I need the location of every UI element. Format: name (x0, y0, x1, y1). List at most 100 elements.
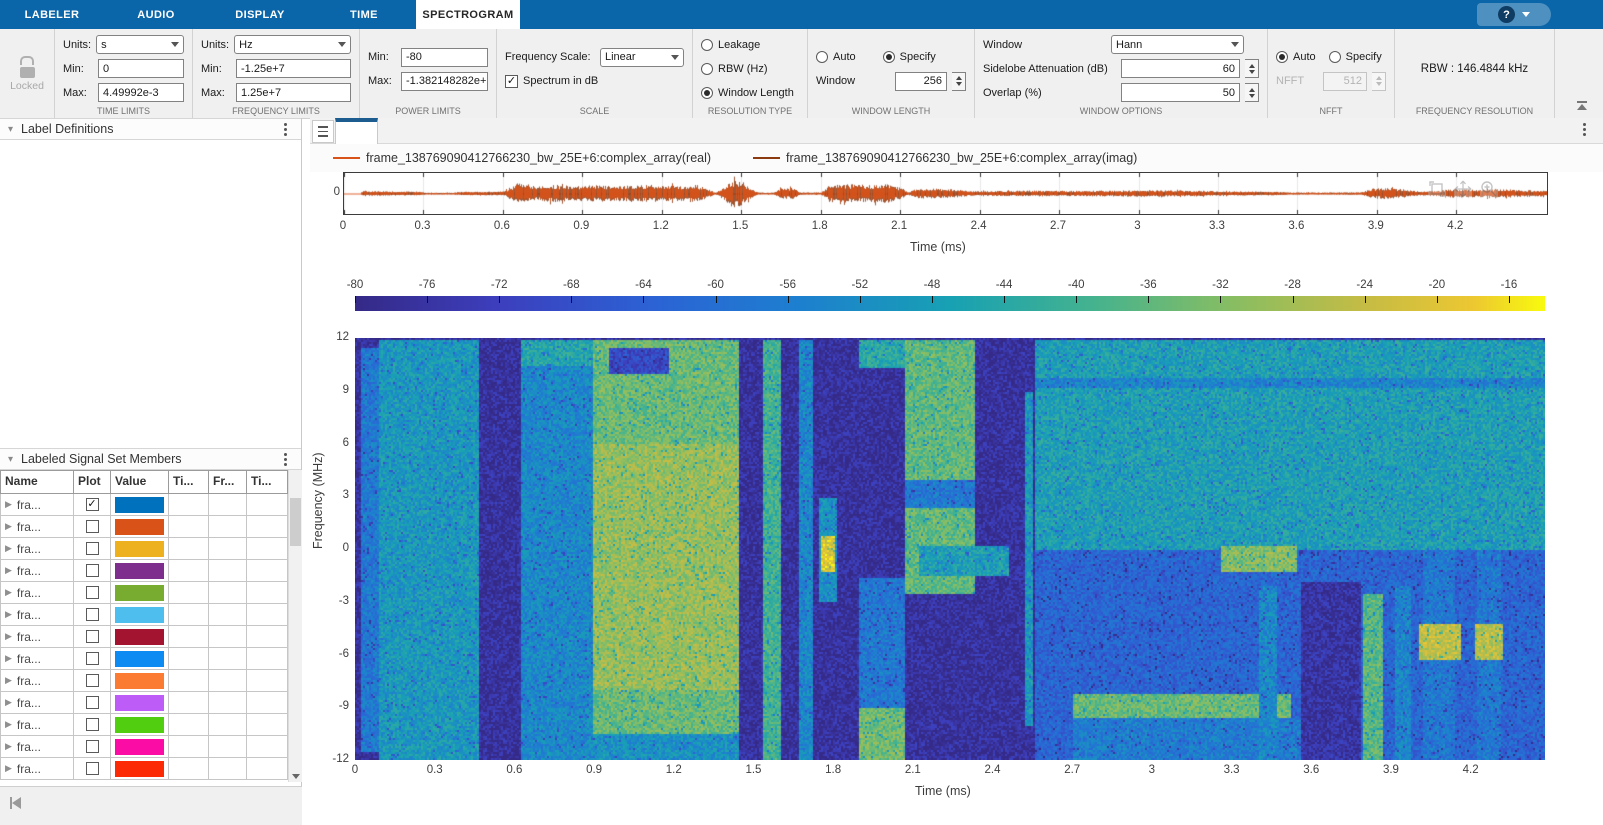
color-swatch[interactable] (115, 540, 164, 557)
expand-row-icon[interactable]: ▶ (5, 741, 12, 752)
waveform-axes[interactable] (343, 172, 1548, 215)
rbw-radio[interactable] (701, 62, 713, 75)
expand-row-icon[interactable]: ▶ (5, 697, 12, 708)
plot-checkbox[interactable] (85, 652, 99, 665)
sidelobe-input[interactable]: 60 (1121, 59, 1240, 78)
plot-checkbox[interactable] (85, 520, 99, 533)
expand-row-icon[interactable]: ▶ (5, 653, 12, 664)
pan-icon[interactable] (1454, 180, 1472, 198)
time-max-input[interactable]: 4.49992e-3 (98, 83, 184, 102)
tab-time[interactable]: TIME (312, 0, 416, 29)
member-name-cell[interactable]: ▶ fra... (0, 670, 74, 692)
display-tab[interactable] (335, 118, 378, 144)
column-header-3[interactable]: Ti... (169, 470, 209, 494)
collapse-toolstrip-button[interactable] (1575, 101, 1589, 110)
column-header-2[interactable]: Value (111, 470, 169, 494)
expand-row-icon[interactable]: ▶ (5, 521, 12, 532)
window-value-input[interactable]: 256 (895, 71, 947, 91)
overlap-spinner[interactable] (1245, 83, 1259, 102)
member-name-cell[interactable]: ▶ fra... (0, 494, 74, 516)
overlap-input[interactable]: 50 (1121, 83, 1240, 102)
plot-checkbox[interactable] (85, 542, 99, 555)
spectrogram-plot[interactable] (355, 338, 1545, 760)
column-header-4[interactable]: Fr... (209, 470, 247, 494)
freq-units-dropdown[interactable]: Hz (234, 35, 351, 54)
plot-checkbox[interactable] (85, 608, 99, 621)
legend-entry-real[interactable]: frame_138769090412766230_bw_25E+6:comple… (333, 151, 711, 165)
plot-checkbox[interactable] (85, 718, 99, 731)
color-swatch[interactable] (115, 496, 164, 513)
collapse-caret-icon[interactable]: ▾ (8, 124, 13, 135)
color-swatch[interactable] (115, 650, 164, 667)
power-max-input[interactable]: -1.382148282e+1 (401, 71, 488, 91)
expand-row-icon[interactable]: ▶ (5, 609, 12, 620)
member-name-cell[interactable]: ▶ fra... (0, 692, 74, 714)
plot-checkbox[interactable] (85, 674, 99, 687)
plot-checkbox[interactable] (85, 586, 99, 599)
expand-row-icon[interactable]: ▶ (5, 719, 12, 730)
column-header-5[interactable]: Ti... (247, 470, 288, 494)
scrollbar-thumb[interactable] (290, 498, 301, 546)
member-name-cell[interactable]: ▶ fra... (0, 758, 74, 780)
color-swatch[interactable] (115, 694, 164, 711)
tab-spectrogram[interactable]: SPECTROGRAM (416, 0, 520, 29)
tab-labeler[interactable]: LABELER (0, 0, 104, 29)
member-name-cell[interactable]: ▶ fra... (0, 582, 74, 604)
sidelobe-spinner[interactable] (1245, 59, 1259, 78)
plot-checkbox[interactable] (85, 564, 99, 577)
frequency-scale-dropdown[interactable]: Linear (600, 47, 684, 67)
column-header-0[interactable]: Name (0, 470, 74, 494)
color-swatch[interactable] (115, 760, 164, 777)
spectrogram-colorbar[interactable] (355, 296, 1545, 311)
collapse-panel-button[interactable] (10, 797, 21, 809)
color-swatch[interactable] (115, 584, 164, 601)
expand-row-icon[interactable]: ▶ (5, 631, 12, 642)
member-name-cell[interactable]: ▶ fra... (0, 714, 74, 736)
member-name-cell[interactable]: ▶ fra... (0, 604, 74, 626)
plot-checkbox[interactable] (85, 740, 99, 753)
plot-checkbox[interactable] (85, 762, 99, 775)
signal-set-menu-icon[interactable] (284, 457, 287, 461)
expand-row-icon[interactable]: ▶ (5, 587, 12, 598)
window-length-radio[interactable] (701, 86, 713, 99)
power-min-input[interactable]: -80 (401, 47, 488, 67)
plot-checkbox[interactable] (85, 498, 99, 511)
color-swatch[interactable] (115, 628, 164, 645)
time-min-input[interactable]: 0 (98, 59, 184, 78)
expand-row-icon[interactable]: ▶ (5, 565, 12, 576)
collapse-caret-icon[interactable]: ▾ (8, 454, 13, 465)
color-swatch[interactable] (115, 738, 164, 755)
member-name-cell[interactable]: ▶ fra... (0, 538, 74, 560)
table-scrollbar[interactable] (288, 470, 302, 782)
waveform-plot[interactable] (344, 173, 1547, 214)
scroll-down-icon[interactable] (292, 774, 300, 779)
plot-checkbox[interactable] (85, 630, 99, 643)
member-name-cell[interactable]: ▶ fra... (0, 648, 74, 670)
color-swatch[interactable] (115, 672, 164, 689)
freq-min-input[interactable]: -1.25e+7 (236, 59, 351, 78)
nfft-specify-radio[interactable] (1328, 51, 1341, 63)
time-units-dropdown[interactable]: s (96, 35, 184, 54)
leakage-radio[interactable] (701, 38, 713, 51)
color-swatch[interactable] (115, 716, 164, 733)
window-type-dropdown[interactable]: Hann (1111, 35, 1244, 54)
help-icon[interactable]: ? (1498, 6, 1515, 23)
color-swatch[interactable] (115, 562, 164, 579)
tab-display[interactable]: DISPLAY (208, 0, 312, 29)
zoom-in-icon[interactable] (1480, 180, 1498, 198)
restore-view-icon[interactable] (1428, 180, 1446, 198)
nfft-auto-radio[interactable] (1276, 51, 1288, 63)
legend-entry-imag[interactable]: frame_138769090412766230_bw_25E+6:comple… (753, 151, 1137, 165)
member-name-cell[interactable]: ▶ fra... (0, 626, 74, 648)
color-swatch[interactable] (115, 606, 164, 623)
plot-checkbox[interactable] (85, 696, 99, 709)
freq-max-input[interactable]: 1.25e+7 (236, 83, 351, 102)
display-options-menu-icon[interactable] (1583, 128, 1586, 131)
expand-row-icon[interactable]: ▶ (5, 499, 12, 510)
member-name-cell[interactable]: ▶ fra... (0, 560, 74, 582)
display-list-button[interactable] (312, 120, 334, 143)
color-swatch[interactable] (115, 518, 164, 535)
window-length-specify-radio[interactable] (882, 51, 895, 63)
spectrum-db-checkbox[interactable] (505, 74, 518, 88)
tab-audio[interactable]: AUDIO (104, 0, 208, 29)
